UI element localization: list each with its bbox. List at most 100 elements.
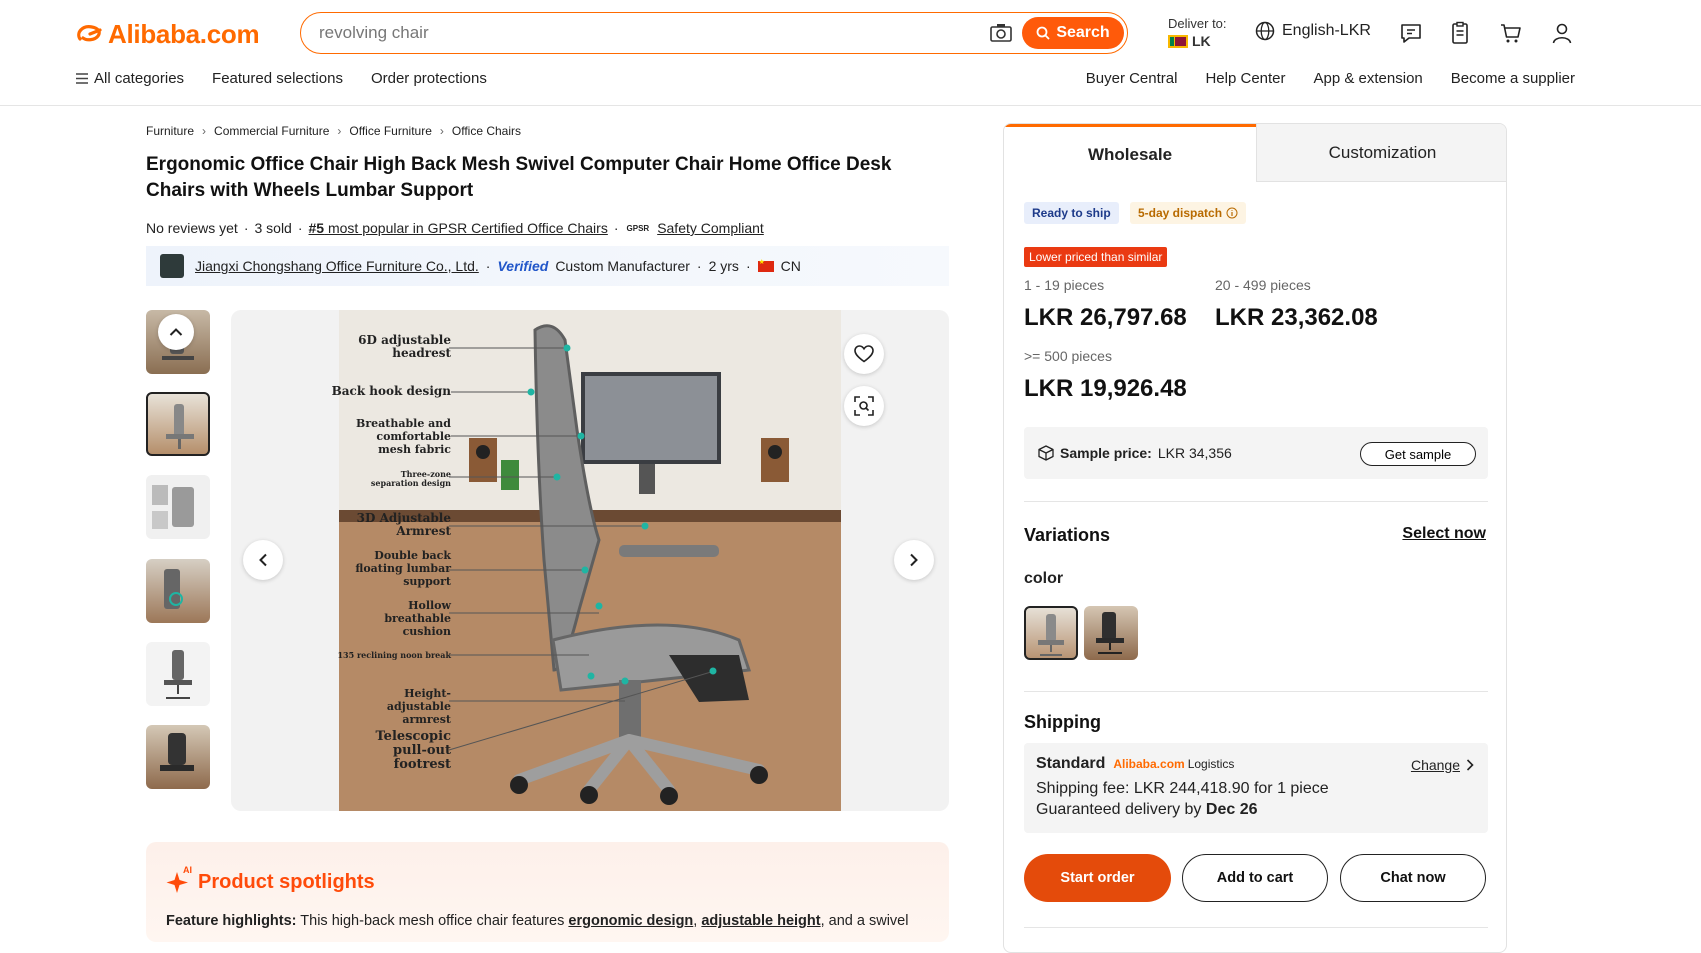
chevron-left-icon [259, 553, 267, 567]
shipping-box: Standard Alibaba.com Logistics Change Sh… [1024, 743, 1488, 833]
variations-title: Variations [1024, 525, 1111, 545]
start-order-button[interactable]: Start order [1024, 854, 1171, 902]
ai-badge: AI [183, 865, 192, 875]
search-button[interactable]: Search [1022, 17, 1124, 49]
breadcrumb-item[interactable]: Commercial Furniture [214, 124, 329, 138]
get-sample-button[interactable]: Get sample [1360, 442, 1476, 466]
divider [1024, 501, 1488, 502]
nav-help-center[interactable]: Help Center [1205, 70, 1285, 87]
nav-app-extension[interactable]: App & extension [1314, 70, 1423, 87]
delivery-prefix: Guaranteed delivery by [1036, 801, 1202, 818]
carrier-suffix: Logistics [1187, 757, 1235, 771]
gallery-thumbnail[interactable] [146, 475, 210, 539]
nav-featured-selections[interactable]: Featured selections [212, 70, 343, 87]
supplier-bar: Jiangxi Chongshang Office Furniture Co.,… [146, 246, 949, 286]
callout-label: Breathable and comfortable mesh fabric [356, 417, 451, 456]
supplier-logo [160, 254, 184, 278]
image-search-camera-icon[interactable] [989, 22, 1013, 44]
nav-right: Buyer Central Help Center App & extensio… [1086, 70, 1575, 87]
highlight-keyword: ergonomic design [568, 913, 694, 929]
callout-label: Three-zone separation design [370, 469, 451, 488]
tab-customization[interactable]: Customization [1256, 124, 1506, 182]
carrier-logo: Alibaba.com [1113, 757, 1185, 771]
callout-label: Back hook design [331, 384, 451, 398]
orders-icon[interactable] [1448, 21, 1472, 45]
highlight-label: Feature highlights: [166, 913, 297, 929]
spotlight-text: Feature highlights: This high-back mesh … [166, 913, 909, 929]
breadcrumb-item[interactable]: Office Chairs [452, 124, 521, 138]
tier-price: LKR 23,362.08 [1215, 304, 1378, 331]
callout-label: 6D adjustable headrest [358, 333, 451, 360]
select-now-link[interactable]: Select now [1402, 525, 1486, 543]
supplier-name-link[interactable]: Jiangxi Chongshang Office Furniture Co.,… [195, 258, 479, 274]
sri-lanka-flag-icon [1168, 34, 1188, 48]
verified-badge: Verified [497, 258, 549, 274]
heart-icon [854, 345, 874, 363]
change-shipping-link[interactable]: Change [1411, 757, 1474, 773]
nav-featured-label: Featured selections [212, 70, 343, 87]
divider [1024, 927, 1488, 928]
previous-image-button[interactable] [243, 540, 283, 580]
divider [1024, 691, 1488, 692]
box-icon [1038, 445, 1054, 461]
nav-buyer-central[interactable]: Buyer Central [1086, 70, 1178, 87]
color-swatch[interactable] [1084, 606, 1138, 660]
search-input[interactable] [319, 21, 959, 45]
gpsr-icon: GPSR [626, 223, 650, 233]
gallery-thumbnail[interactable] [146, 559, 210, 623]
product-photo: 6D adjustable headrest Back hook design … [332, 310, 841, 811]
language-currency-selector[interactable]: English-LKR [1255, 21, 1371, 41]
color-swatch-selected[interactable] [1024, 606, 1078, 660]
callout-label: Double back floating lumbar support [355, 549, 451, 588]
ai-sparkle-icon: AI [166, 865, 192, 895]
deliver-to[interactable]: Deliver to: LK [1168, 16, 1227, 49]
callout-label: Telescopic pull-out footrest [375, 729, 451, 772]
product-meta: No reviews yet · 3 sold · #5 most popula… [146, 220, 764, 236]
chevron-right-icon: › [337, 124, 342, 138]
main-product-image[interactable]: 6D adjustable headrest Back hook design … [231, 310, 949, 811]
highlight-text: , and a swivel [820, 913, 909, 929]
info-icon[interactable] [1226, 207, 1238, 219]
sample-label: Sample price: [1060, 445, 1152, 461]
nav-order-protections-label: Order protections [370, 70, 487, 87]
sample-price-box: Sample price: LKR 34,356 Get sample [1024, 427, 1488, 479]
logo-text: Alibaba.com [108, 18, 260, 49]
shipping-method: Standard Alibaba.com Logistics [1036, 755, 1234, 773]
thumbnails-scroll-up-button[interactable] [158, 314, 194, 350]
nav-all-categories[interactable]: All categories [76, 70, 184, 87]
breadcrumb-item[interactable]: Office Furniture [349, 124, 431, 138]
tab-wholesale[interactable]: Wholesale [1004, 124, 1256, 182]
breadcrumb-item[interactable]: Furniture [146, 124, 194, 138]
nav-all-categories-label: All categories [94, 70, 185, 87]
china-flag-icon [757, 258, 774, 272]
safety-compliant-link[interactable]: Safety Compliant [657, 220, 764, 236]
chevron-up-icon [169, 328, 183, 336]
nav-become-supplier[interactable]: Become a supplier [1451, 70, 1575, 87]
tier-price: LKR 26,797.68 [1024, 304, 1187, 331]
gallery-thumbnail-selected[interactable] [146, 392, 210, 456]
chat-now-button[interactable]: Chat now [1340, 854, 1486, 902]
alibaba-logo[interactable]: Alibaba.com [74, 18, 260, 50]
favorite-button[interactable] [844, 334, 884, 374]
callout-label: 3D Adjustable Armrest [356, 511, 451, 538]
messages-icon[interactable] [1399, 21, 1423, 45]
nav-order-protections[interactable]: Order protections [371, 70, 487, 87]
spotlight-title-text: Product spotlights [198, 870, 375, 893]
top-header: Alibaba.com Search Deliver to: LK Englis… [0, 0, 1701, 106]
callout-label: 135 reclining noon break [337, 650, 451, 660]
search-button-label: Search [1056, 24, 1110, 41]
rank-number: #5 [308, 220, 325, 236]
dispatch-label: 5-day dispatch [1138, 206, 1223, 220]
popularity-rank-link[interactable]: #5 most popular in GPSR Certified Office… [309, 220, 608, 236]
tier-quantity: 1 - 19 pieces [1024, 277, 1105, 293]
tier-quantity: 20 - 499 pieces [1215, 277, 1311, 293]
gallery-thumbnail[interactable] [146, 725, 210, 789]
chevron-right-icon [910, 553, 918, 567]
add-to-cart-button[interactable]: Add to cart [1182, 854, 1328, 902]
gallery-thumbnail[interactable] [146, 642, 210, 706]
account-icon[interactable] [1550, 21, 1574, 45]
globe-icon [1255, 21, 1275, 41]
next-image-button[interactable] [894, 540, 934, 580]
visual-search-button[interactable] [844, 386, 884, 426]
cart-icon[interactable] [1499, 21, 1523, 45]
